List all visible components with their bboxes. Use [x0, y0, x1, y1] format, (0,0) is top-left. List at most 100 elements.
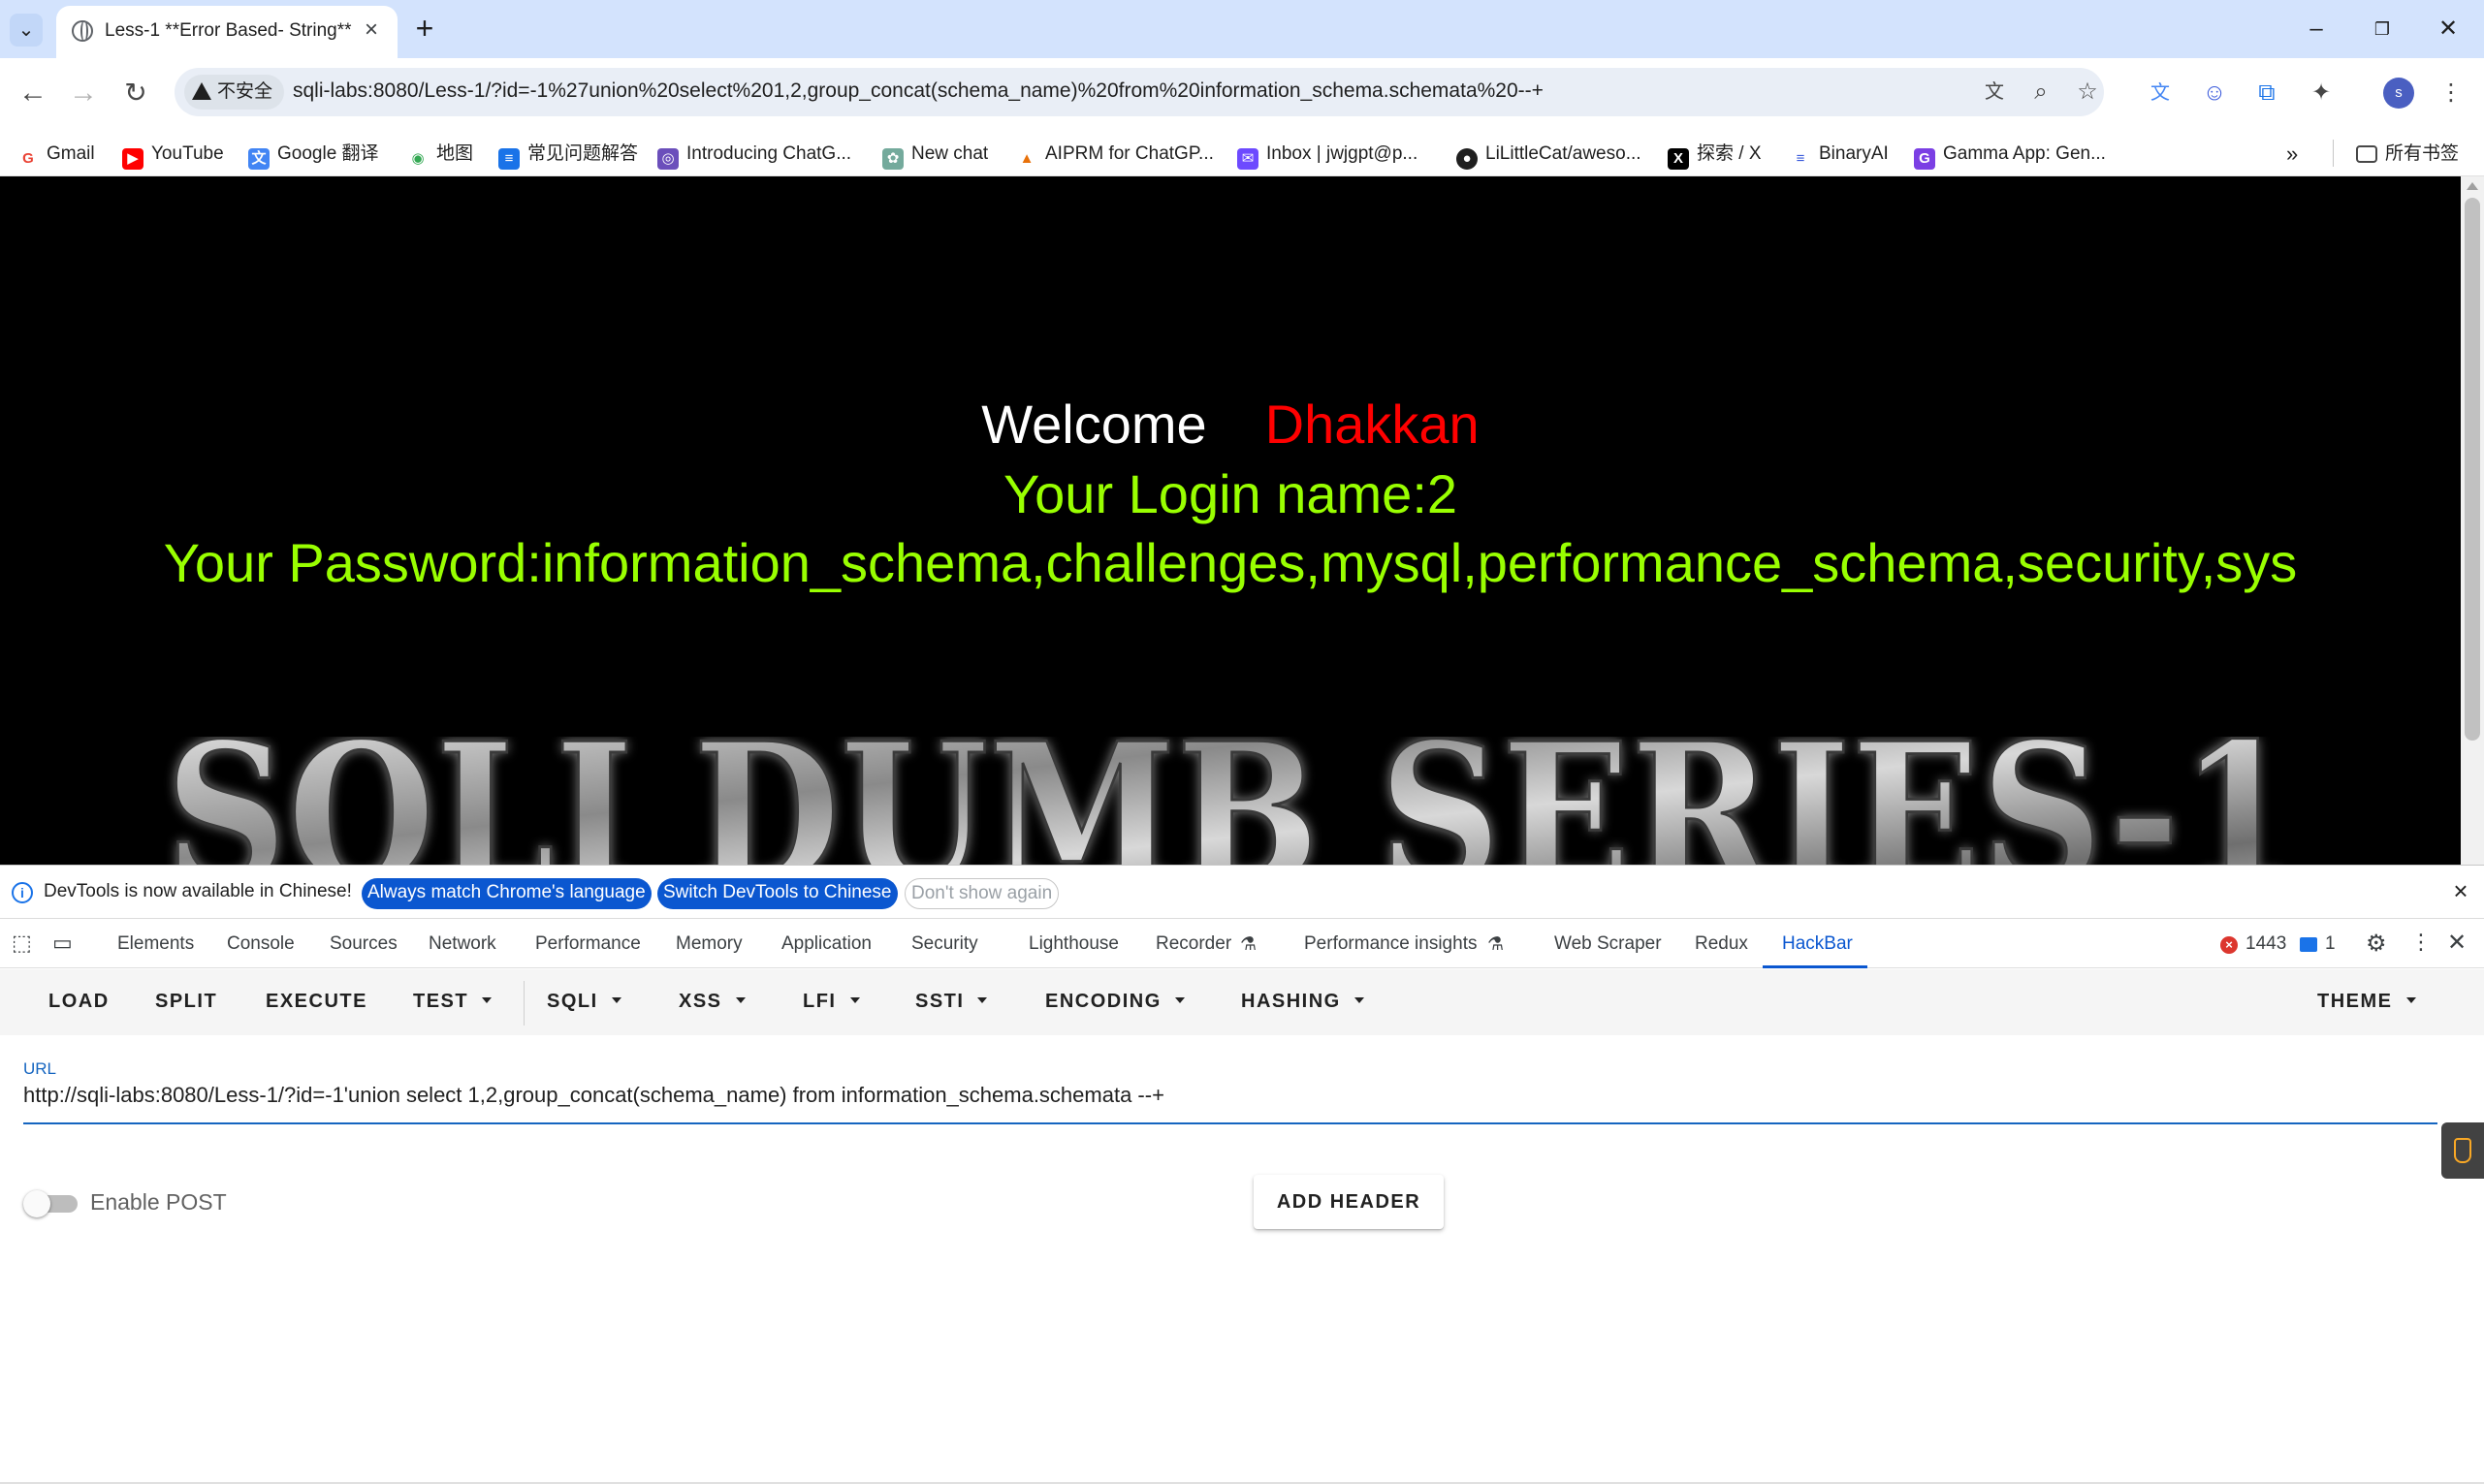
- scroll-up-arrow-icon[interactable]: [2467, 182, 2478, 190]
- tab-console[interactable]: Console: [227, 933, 295, 955]
- tab-elements[interactable]: Elements: [117, 933, 194, 955]
- tab-web-scraper[interactable]: Web Scraper: [1554, 933, 1662, 955]
- bookmark-item[interactable]: ≡ 常见问题解答: [498, 140, 639, 170]
- infobar-close-icon[interactable]: ×: [2447, 877, 2474, 904]
- tab-memory[interactable]: Memory: [676, 933, 743, 955]
- globe-icon: [72, 20, 93, 42]
- bookmark-item[interactable]: ● LiLittleCat/aweso...: [1456, 140, 1641, 170]
- dont-show-again-button[interactable]: Don't show again: [905, 878, 1060, 909]
- proton-icon: ✉: [1237, 148, 1258, 170]
- hackbar-toolbar: LOAD SPLIT EXECUTE TEST SQLI XSS LFI SST…: [0, 969, 2484, 1035]
- gamma-icon: G: [1914, 148, 1935, 170]
- reload-button[interactable]: ↻: [114, 72, 157, 114]
- bookmark-label: Inbox | jwjgpt@p...: [1266, 143, 1418, 164]
- minimize-button[interactable]: –: [2292, 10, 2341, 48]
- tab-redux[interactable]: Redux: [1695, 933, 1748, 955]
- all-bookmarks-button[interactable]: 所有书签: [2356, 140, 2459, 169]
- add-header-button[interactable]: ADD HEADER: [1254, 1175, 1444, 1229]
- bookmark-label: 常见问题解答: [527, 143, 639, 164]
- address-text[interactable]: sqli-labs:8080/Less-1/?id=-1%27union%20s…: [293, 79, 1544, 103]
- hashing-menu-button[interactable]: HASHING: [1241, 991, 1364, 1013]
- tab-recorder[interactable]: Recorder: [1156, 933, 1231, 955]
- url-input[interactable]: http://sqli-labs:8080/Less-1/?id=-1'unio…: [23, 1083, 2437, 1108]
- hackbar-side-handle[interactable]: [2441, 1122, 2484, 1179]
- address-bar[interactable]: 不安全 sqli-labs:8080/Less-1/?id=-1%27union…: [175, 68, 2104, 116]
- security-chip[interactable]: 不安全: [184, 75, 285, 110]
- theme-menu-button[interactable]: THEME: [2317, 991, 2416, 1013]
- translate-icon[interactable]: 文: [1980, 78, 2009, 107]
- match-language-button[interactable]: Always match Chrome's language: [362, 878, 652, 909]
- encoding-menu-button[interactable]: ENCODING: [1045, 991, 1185, 1013]
- warning-icon: [192, 82, 211, 100]
- active-tab-indicator: [1763, 965, 1867, 968]
- device-toolbar-icon[interactable]: ▭: [52, 931, 73, 956]
- infobar-message: DevTools is now available in Chinese!: [44, 881, 352, 901]
- devtools-close-icon[interactable]: ✕: [2447, 929, 2467, 957]
- tab-application[interactable]: Application: [781, 933, 872, 955]
- tab-performance[interactable]: Performance: [535, 933, 641, 955]
- error-count[interactable]: 1443: [2245, 933, 2286, 955]
- settings-gear-icon[interactable]: ⚙: [2366, 930, 2387, 958]
- lfi-menu-button[interactable]: LFI: [803, 991, 860, 1013]
- zoom-icon[interactable]: ⌕: [2026, 78, 2055, 107]
- load-button[interactable]: LOAD: [48, 991, 110, 1013]
- openai-icon: ◎: [657, 148, 679, 170]
- toolbar-divider: [524, 981, 525, 1026]
- tab-close-button[interactable]: ×: [357, 16, 386, 45]
- bookmark-item[interactable]: G Gamma App: Gen...: [1914, 140, 2106, 170]
- back-button[interactable]: ←: [12, 72, 54, 114]
- bookmark-item[interactable]: ≡ BinaryAI: [1790, 140, 1889, 170]
- bookmark-label: Introducing ChatG...: [686, 143, 852, 164]
- error-icon[interactable]: ×: [2220, 936, 2238, 954]
- window-close-button[interactable]: ✕: [2424, 10, 2472, 48]
- extensions-puzzle-icon[interactable]: ✦: [2306, 78, 2337, 109]
- bookmark-item[interactable]: ✉ Inbox | jwjgpt@p...: [1237, 140, 1418, 170]
- bookmark-item[interactable]: 文 Google 翻译: [248, 140, 379, 170]
- tab-hackbar[interactable]: HackBar: [1782, 933, 1853, 955]
- tab-search-button[interactable]: ⌄: [10, 14, 43, 47]
- tab-lighthouse[interactable]: Lighthouse: [1029, 933, 1119, 955]
- theme-label: THEME: [2317, 991, 2393, 1012]
- tab-strip: ⌄ Less-1 **Error Based- String** × + – ❐…: [0, 0, 2484, 58]
- bookmark-item[interactable]: ◎ Introducing ChatG...: [657, 140, 852, 170]
- web-scraper-extension-icon[interactable]: ⧉: [2251, 78, 2282, 109]
- switch-to-chinese-button[interactable]: Switch DevTools to Chinese: [657, 878, 898, 909]
- test-menu-button[interactable]: TEST: [413, 991, 493, 1013]
- execute-button[interactable]: EXECUTE: [266, 991, 367, 1013]
- caret-down-icon: [977, 997, 988, 1003]
- bookmarks-overflow-icon[interactable]: »: [2286, 140, 2298, 169]
- forward-button[interactable]: →: [62, 72, 105, 114]
- binaryai-icon: ≡: [1790, 148, 1811, 170]
- discord-extension-icon[interactable]: ☺: [2199, 78, 2230, 109]
- scroll-thumb[interactable]: [2465, 198, 2480, 741]
- xss-menu-button[interactable]: XSS: [679, 991, 746, 1013]
- bookmark-item[interactable]: ▲ AIPRM for ChatGP...: [1016, 140, 1214, 170]
- page-scrollbar[interactable]: [2461, 176, 2484, 865]
- enable-post-toggle[interactable]: [23, 1190, 80, 1217]
- bookmark-item[interactable]: ✿ New chat: [882, 140, 988, 170]
- bookmark-label: AIPRM for ChatGP...: [1045, 143, 1214, 164]
- ssti-menu-button[interactable]: SSTI: [915, 991, 988, 1013]
- inspect-element-icon[interactable]: ⬚: [12, 931, 32, 956]
- tab-network[interactable]: Network: [429, 933, 496, 955]
- devtools-tab-bar: ⬚ ▭ Elements Console Sources Network Per…: [0, 920, 2484, 968]
- restore-button[interactable]: ❐: [2358, 10, 2406, 48]
- bookmark-item[interactable]: X 探索 / X: [1668, 140, 1762, 170]
- bookmark-item[interactable]: G Gmail: [17, 140, 95, 170]
- tab-sources[interactable]: Sources: [330, 933, 398, 955]
- menu-kebab-icon[interactable]: ⋮: [2436, 78, 2467, 109]
- tab-performance-insights[interactable]: Performance insights: [1304, 933, 1477, 955]
- split-button[interactable]: SPLIT: [155, 991, 217, 1013]
- active-tab[interactable]: Less-1 **Error Based- String** ×: [56, 6, 398, 58]
- message-icon[interactable]: [2300, 937, 2317, 952]
- bookmark-item[interactable]: ▶ YouTube: [122, 140, 224, 170]
- new-tab-button[interactable]: +: [407, 12, 442, 47]
- bookmark-star-icon[interactable]: ☆: [2073, 78, 2102, 107]
- bookmark-item[interactable]: ◉ 地图: [407, 140, 473, 170]
- devtools-menu-icon[interactable]: ⋮: [2410, 930, 2432, 955]
- tab-security[interactable]: Security: [911, 933, 978, 955]
- google-translate-extension-icon[interactable]: 文: [2145, 78, 2176, 109]
- sqli-menu-button[interactable]: SQLI: [547, 991, 621, 1013]
- profile-avatar[interactable]: s: [2383, 78, 2414, 109]
- message-count[interactable]: 1: [2325, 933, 2336, 955]
